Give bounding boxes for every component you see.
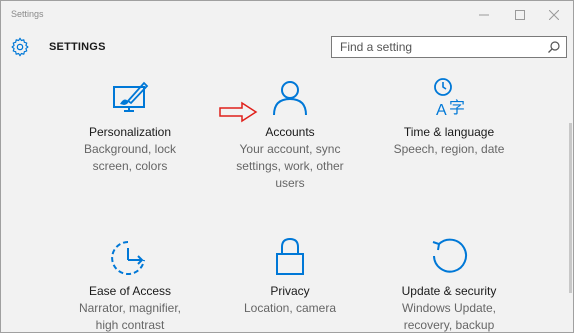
title-bar[interactable]: Settings bbox=[1, 1, 573, 31]
tile-description-line: Your account, sync bbox=[239, 142, 341, 156]
tile-ease-of-access[interactable]: Ease of Access Narrator, magnifier, high… bbox=[50, 234, 210, 332]
tile-name: Personalization bbox=[88, 125, 172, 139]
annotation-arrow-icon bbox=[219, 101, 258, 123]
tile-description-line: high contrast bbox=[95, 318, 165, 332]
tile-description-line: recovery, backup bbox=[403, 318, 495, 332]
tile-name: Ease of Access bbox=[88, 284, 172, 298]
minimize-icon bbox=[479, 14, 489, 16]
privacy-lock-icon bbox=[276, 237, 304, 275]
personalization-icon bbox=[113, 81, 149, 112]
maximize-icon bbox=[515, 10, 525, 20]
window-title: Settings bbox=[11, 9, 44, 19]
time-language-icon: A 字 bbox=[434, 78, 465, 119]
accounts-icon bbox=[273, 81, 307, 116]
search-input[interactable] bbox=[332, 37, 542, 57]
tile-description-line: Background, lock bbox=[83, 142, 177, 156]
tile-personalization[interactable]: Personalization Background, lock screen,… bbox=[50, 75, 210, 174]
tile-name: Privacy bbox=[270, 284, 310, 298]
tile-privacy[interactable]: Privacy Location, camera bbox=[210, 234, 370, 316]
close-button[interactable] bbox=[537, 1, 571, 29]
scrollbar[interactable] bbox=[567, 63, 573, 332]
tile-description-line: Narrator, magnifier, bbox=[78, 301, 182, 315]
tile-description-line: Windows Update, bbox=[401, 301, 497, 315]
tile-name: Accounts bbox=[265, 125, 315, 139]
tile-accounts[interactable]: Accounts Your account, sync settings, wo… bbox=[210, 75, 370, 191]
close-icon bbox=[549, 10, 559, 20]
search-icon[interactable] bbox=[547, 40, 561, 54]
maximize-button[interactable] bbox=[503, 1, 537, 29]
update-security-icon bbox=[432, 238, 467, 273]
scrollbar-thumb[interactable] bbox=[569, 123, 572, 293]
page-title: SETTINGS bbox=[49, 41, 106, 53]
settings-header: SETTINGS bbox=[1, 31, 573, 63]
tile-description-line: Speech, region, date bbox=[393, 142, 505, 156]
ease-of-access-icon bbox=[111, 241, 145, 275]
settings-window: Settings SETTINGS Find a setting Persona… bbox=[0, 0, 574, 333]
tile-update-security[interactable]: Update & security Windows Update, recove… bbox=[369, 234, 529, 332]
svg-text:A: A bbox=[436, 102, 447, 119]
gear-icon bbox=[11, 37, 29, 57]
tile-name: Time & language bbox=[403, 125, 495, 139]
minimize-button[interactable] bbox=[467, 1, 501, 29]
tile-description-line: users bbox=[275, 176, 305, 190]
tile-time-language[interactable]: A 字 Time & language Speech, region, date bbox=[369, 75, 529, 157]
tile-description-line: Location, camera bbox=[243, 301, 337, 315]
tile-description-line: screen, colors bbox=[92, 159, 168, 173]
tile-name: Update & security bbox=[401, 284, 497, 298]
search-box[interactable] bbox=[331, 36, 567, 58]
tile-description-line: settings, work, other bbox=[236, 159, 344, 173]
svg-text:字: 字 bbox=[449, 98, 465, 117]
